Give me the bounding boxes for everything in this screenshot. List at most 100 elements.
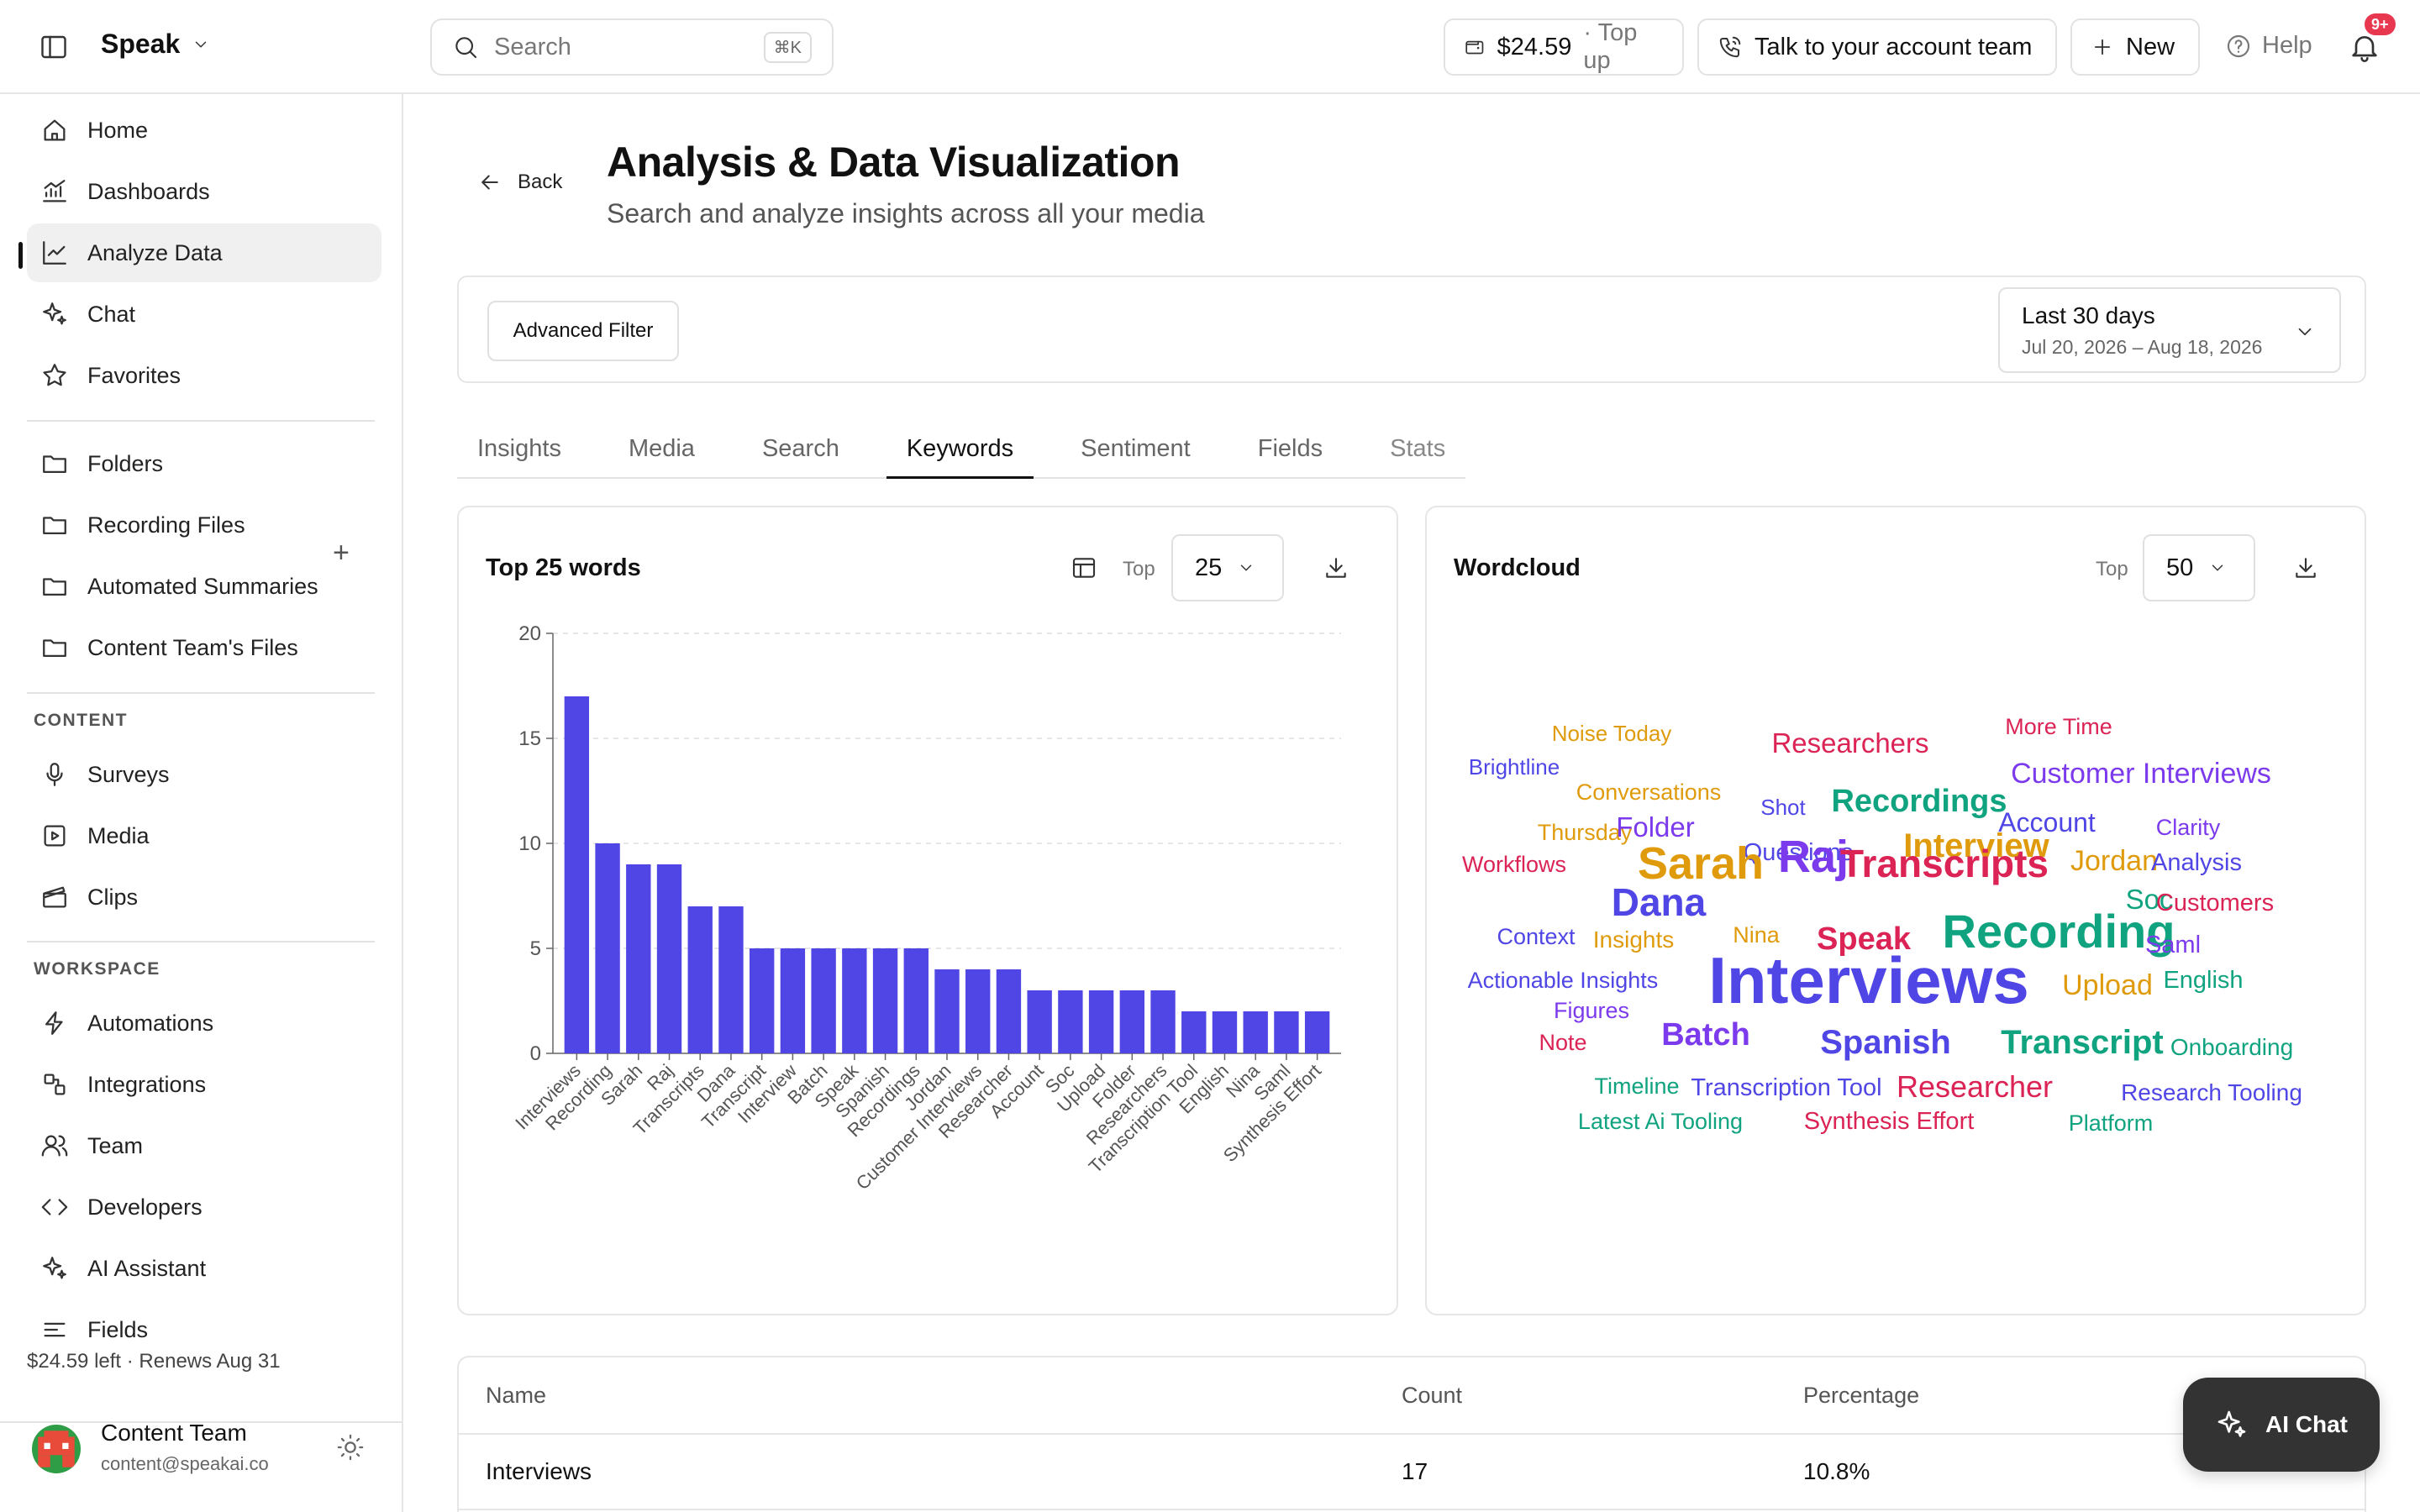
tab-search[interactable]: Search bbox=[742, 420, 860, 479]
sidebar-item-automations[interactable]: Automations bbox=[27, 994, 381, 1053]
workspace-switcher[interactable]: Speak bbox=[101, 29, 210, 60]
bar[interactable] bbox=[1304, 1011, 1330, 1053]
wordcloud-word[interactable]: Timeline bbox=[1594, 1074, 1679, 1099]
wordcloud-word[interactable]: Transcript bbox=[2001, 1024, 2163, 1061]
bar[interactable] bbox=[656, 864, 682, 1053]
avatar[interactable] bbox=[32, 1425, 81, 1473]
wordcloud-word[interactable]: Synthesis Effort bbox=[1804, 1108, 1975, 1135]
wordcloud-word[interactable]: Note bbox=[1539, 1030, 1586, 1055]
wordcloud-word[interactable]: Researcher bbox=[1897, 1069, 2053, 1104]
tab-fields[interactable]: Fields bbox=[1238, 420, 1343, 479]
top-count-select[interactable]: 25 bbox=[1171, 534, 1284, 601]
sidebar-item-ai-assistant[interactable]: AI Assistant bbox=[27, 1239, 381, 1298]
wordcloud-word[interactable]: Clarity bbox=[2156, 815, 2221, 840]
bar[interactable] bbox=[1088, 990, 1114, 1053]
wordcloud-word[interactable]: Actionable Insights bbox=[1468, 968, 1659, 993]
wordcloud-word[interactable]: More Time bbox=[2005, 714, 2112, 739]
sidebar-item-chat[interactable]: Chat bbox=[27, 285, 381, 344]
wordcloud-word[interactable]: Research Tooling bbox=[2121, 1079, 2302, 1105]
wordcloud-word[interactable]: Conversations bbox=[1576, 780, 1722, 805]
tab-insights[interactable]: Insights bbox=[457, 420, 581, 479]
bar[interactable] bbox=[595, 843, 620, 1053]
table-view-icon[interactable] bbox=[1071, 554, 1097, 581]
tab-keywords[interactable]: Keywords bbox=[886, 420, 1034, 479]
bar[interactable] bbox=[718, 906, 744, 1053]
bar[interactable] bbox=[780, 948, 806, 1053]
tab-stats[interactable]: Stats bbox=[1370, 420, 1465, 479]
ai-chat-button[interactable]: AI Chat bbox=[2183, 1378, 2380, 1472]
bar[interactable] bbox=[872, 948, 898, 1053]
wordcloud-word[interactable]: Saml bbox=[2145, 932, 2201, 958]
wordcloud-word[interactable]: Workflows bbox=[1462, 852, 1566, 877]
column-header-name[interactable]: Name bbox=[486, 1383, 546, 1409]
bar[interactable] bbox=[1181, 1011, 1207, 1053]
bell-icon[interactable] bbox=[2348, 30, 2381, 64]
search-input[interactable]: Search ⌘K bbox=[430, 18, 834, 76]
wordcloud-word[interactable]: Latest Ai Tooling bbox=[1578, 1109, 1743, 1134]
wordcloud-word[interactable]: Batch bbox=[1661, 1017, 1750, 1053]
bar[interactable] bbox=[996, 969, 1022, 1053]
wordcloud-word[interactable]: Figures bbox=[1554, 998, 1629, 1023]
wordcloud-count-select[interactable]: 50 bbox=[2143, 534, 2255, 601]
sidebar-item-developers[interactable]: Developers bbox=[27, 1178, 381, 1236]
wordcloud-word[interactable]: Recordings bbox=[1831, 784, 2007, 819]
bar[interactable] bbox=[1058, 990, 1083, 1053]
wordcloud-word[interactable]: Upload bbox=[2062, 969, 2153, 1001]
wordcloud-word[interactable]: Shot bbox=[1760, 795, 1806, 820]
bar[interactable] bbox=[749, 948, 775, 1053]
bar[interactable] bbox=[564, 696, 590, 1053]
column-header-count[interactable]: Count bbox=[1402, 1383, 1462, 1409]
wordcloud-word[interactable]: Brightline bbox=[1469, 754, 1560, 780]
sidebar-item-folders[interactable]: Folders bbox=[27, 434, 381, 493]
wordcloud-word[interactable]: Spanish bbox=[1820, 1024, 1951, 1061]
download-icon[interactable] bbox=[1323, 554, 1349, 581]
wordcloud-word[interactable]: Customer Interviews bbox=[2011, 758, 2271, 790]
column-header-percentage[interactable]: Percentage bbox=[1803, 1383, 1919, 1409]
bar[interactable] bbox=[965, 969, 991, 1053]
wordcloud-word[interactable]: Interviews bbox=[1708, 943, 2029, 1017]
wordcloud-word[interactable]: English bbox=[2163, 967, 2243, 994]
bar[interactable] bbox=[1027, 990, 1052, 1053]
balance-top-up-button[interactable]: $24.59 · Top up bbox=[1444, 18, 1684, 76]
bar[interactable] bbox=[687, 906, 713, 1053]
bar[interactable] bbox=[626, 864, 651, 1053]
talk-to-account-team-button[interactable]: Talk to your account team bbox=[1697, 18, 2057, 76]
wordcloud-word[interactable]: Platform bbox=[2069, 1110, 2154, 1136]
download-icon[interactable] bbox=[2292, 554, 2319, 581]
wordcloud-word[interactable]: Analysis bbox=[2151, 849, 2242, 876]
sidebar-item-clips[interactable]: Clips bbox=[27, 868, 381, 927]
advanced-filter-button[interactable]: Advanced Filter bbox=[487, 301, 679, 361]
tab-media[interactable]: Media bbox=[608, 420, 715, 479]
wordcloud-word[interactable]: Onboarding bbox=[2170, 1034, 2293, 1060]
sidebar-item-media[interactable]: Media bbox=[27, 806, 381, 865]
new-button[interactable]: New bbox=[2070, 18, 2200, 76]
wordcloud-word[interactable]: Dana bbox=[1612, 880, 1707, 924]
bar[interactable] bbox=[934, 969, 960, 1053]
tab-sentiment[interactable]: Sentiment bbox=[1060, 420, 1211, 479]
wordcloud-word[interactable]: Raj bbox=[1778, 832, 1849, 882]
bar[interactable] bbox=[1119, 990, 1145, 1053]
sidebar-item-dashboards[interactable]: Dashboards bbox=[27, 162, 381, 221]
bar[interactable] bbox=[811, 948, 836, 1053]
bar[interactable] bbox=[1150, 990, 1176, 1053]
bar[interactable] bbox=[1274, 1011, 1299, 1053]
bar[interactable] bbox=[1212, 1011, 1238, 1053]
wordcloud-word[interactable]: Transcription Tool bbox=[1691, 1074, 1881, 1101]
wordcloud-word[interactable]: Transcripts bbox=[1840, 842, 2049, 885]
wordcloud-word[interactable]: Noise Today bbox=[1552, 721, 1672, 746]
bar[interactable] bbox=[1243, 1011, 1268, 1053]
wordcloud-word[interactable]: Jordan bbox=[2070, 845, 2158, 877]
date-range-select[interactable]: Last 30 days Jul 20, 2026 – Aug 18, 2026 bbox=[1998, 287, 2341, 373]
sidebar-item-analyze-data[interactable]: Analyze Data bbox=[27, 223, 381, 282]
sidebar-item-recording-files[interactable]: Recording Files bbox=[27, 496, 381, 554]
bar[interactable] bbox=[903, 948, 929, 1053]
back-button[interactable]: Back bbox=[477, 170, 562, 195]
sidebar-item-team[interactable]: Team bbox=[27, 1116, 381, 1175]
sidebar-item-automated-summaries[interactable]: Automated Summaries bbox=[27, 557, 381, 616]
sidebar-item-integrations[interactable]: Integrations bbox=[27, 1055, 381, 1114]
sidebar-item-home[interactable]: Home bbox=[27, 101, 381, 160]
sidebar-item-favorites[interactable]: Favorites bbox=[27, 346, 381, 405]
sun-icon[interactable] bbox=[336, 1433, 365, 1462]
sidebar-toggle-icon[interactable] bbox=[37, 32, 71, 62]
wordcloud-word[interactable]: Context bbox=[1497, 924, 1576, 949]
